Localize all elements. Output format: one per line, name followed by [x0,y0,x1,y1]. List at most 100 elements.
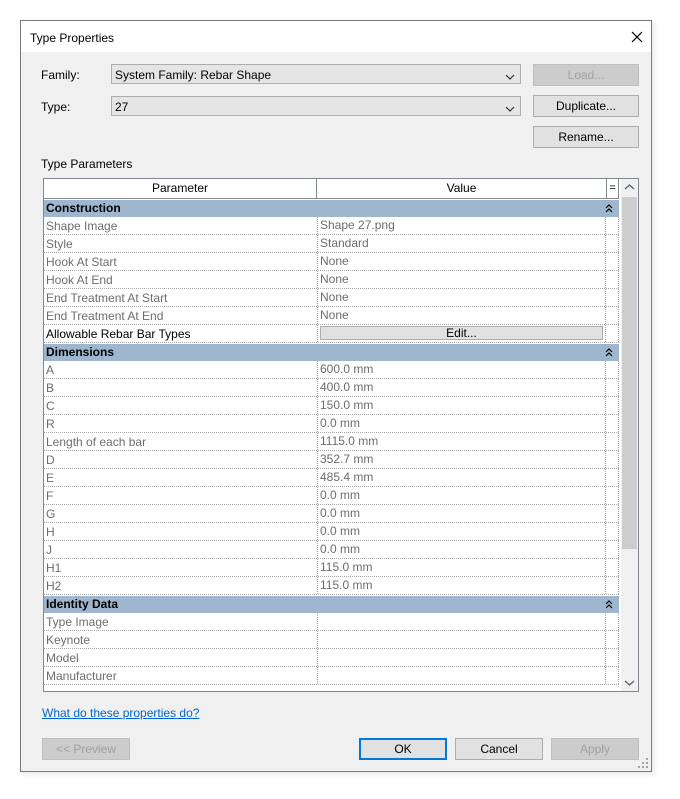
parameter-row[interactable]: End Treatment At End None [44,307,619,325]
formula-cell[interactable] [607,487,619,504]
parameter-value-cell[interactable]: Shape 27.png [317,217,606,234]
formula-cell[interactable] [607,469,619,486]
parameter-value-cell[interactable]: 0.0 mm [317,505,606,522]
parameter-value-cell[interactable]: 1115.0 mm [317,433,606,450]
type-dropdown[interactable]: 27 [111,96,521,116]
formula-cell[interactable] [607,631,619,648]
scroll-down-arrow-icon[interactable] [621,674,638,691]
parameter-row[interactable]: C 150.0 mm [44,397,619,415]
formula-cell[interactable] [607,289,619,306]
parameter-row[interactable]: Hook At End None [44,271,619,289]
parameter-row[interactable]: Allowable Rebar Bar Types Edit... [44,325,619,343]
rename-button[interactable]: Rename... [533,126,639,148]
parameter-row[interactable]: B 400.0 mm [44,379,619,397]
edit-button[interactable]: Edit... [320,326,603,340]
parameter-row[interactable]: Style Standard [44,235,619,253]
formula-cell[interactable] [607,451,619,468]
resize-grip-icon[interactable] [637,757,649,769]
double-chevron-up-icon[interactable] [604,344,614,361]
formula-cell[interactable] [607,235,619,252]
parameter-value-cell[interactable] [317,649,606,666]
parameter-value-cell[interactable] [317,631,606,648]
parameter-row[interactable]: R 0.0 mm [44,415,619,433]
formula-cell[interactable] [607,415,619,432]
duplicate-button[interactable]: Duplicate... [533,95,639,117]
parameter-value-cell[interactable]: 600.0 mm [317,361,606,378]
preview-button[interactable]: << Preview [42,738,130,760]
parameter-row[interactable]: Shape Image Shape 27.png [44,217,619,235]
parameter-value-cell[interactable]: 352.7 mm [317,451,606,468]
parameter-value-cell[interactable] [317,613,606,630]
group-header[interactable]: Construction [44,199,619,217]
cancel-button[interactable]: Cancel [455,738,543,760]
formula-column-header[interactable]: = [607,179,619,199]
parameter-value: 600.0 mm [320,362,374,376]
close-icon[interactable] [627,27,647,47]
group-header[interactable]: Identity Data [44,595,619,613]
parameter-row[interactable]: H2 115.0 mm [44,577,619,595]
parameter-value-cell[interactable]: 115.0 mm [317,577,606,594]
parameter-value-cell[interactable]: 115.0 mm [317,559,606,576]
formula-cell[interactable] [607,271,619,288]
formula-cell[interactable] [607,361,619,378]
formula-cell[interactable] [607,379,619,396]
parameter-value-cell[interactable]: None [317,271,606,288]
scrollbar-thumb[interactable] [622,197,637,549]
formula-cell[interactable] [607,613,619,630]
formula-cell[interactable] [607,253,619,270]
parameter-value-cell[interactable] [317,667,606,684]
formula-cell[interactable] [607,541,619,558]
formula-cell[interactable] [607,577,619,594]
parameter-row[interactable]: G 0.0 mm [44,505,619,523]
load-button[interactable]: Load... [533,64,639,86]
parameter-value-cell[interactable]: None [317,307,606,324]
parameter-row[interactable]: E 485.4 mm [44,469,619,487]
group-header[interactable]: Dimensions [44,343,619,361]
formula-cell[interactable] [607,559,619,576]
parameter-value-cell[interactable]: 0.0 mm [317,523,606,540]
parameter-value-cell[interactable]: 0.0 mm [317,487,606,504]
parameter-value-cell[interactable]: 485.4 mm [317,469,606,486]
parameter-row[interactable]: J 0.0 mm [44,541,619,559]
parameter-row[interactable]: Type Image [44,613,619,631]
parameter-row[interactable]: Hook At Start None [44,253,619,271]
vertical-scrollbar[interactable] [621,179,638,691]
parameter-name: F [46,489,54,503]
formula-cell[interactable] [607,433,619,450]
double-chevron-up-icon[interactable] [604,200,614,217]
parameter-value-cell[interactable]: 400.0 mm [317,379,606,396]
parameter-row[interactable]: Keynote [44,631,619,649]
help-link[interactable]: What do these properties do? [42,706,199,720]
ok-button[interactable]: OK [359,738,447,760]
formula-cell[interactable] [607,307,619,324]
parameter-row[interactable]: F 0.0 mm [44,487,619,505]
formula-cell[interactable] [607,523,619,540]
parameter-value-cell[interactable]: Standard [317,235,606,252]
parameter-row[interactable]: H1 115.0 mm [44,559,619,577]
family-dropdown[interactable]: System Family: Rebar Shape [111,64,521,84]
parameter-value-cell[interactable]: 0.0 mm [317,415,606,432]
parameter-row[interactable]: Manufacturer [44,667,619,685]
formula-cell[interactable] [607,649,619,666]
double-chevron-up-icon[interactable] [604,596,614,613]
formula-cell[interactable] [607,217,619,234]
parameter-row[interactable]: H 0.0 mm [44,523,619,541]
parameter-value-cell[interactable]: 150.0 mm [317,397,606,414]
parameter-row[interactable]: D 352.7 mm [44,451,619,469]
formula-cell[interactable] [607,667,619,684]
parameter-row[interactable]: A 600.0 mm [44,361,619,379]
formula-cell[interactable] [607,505,619,522]
parameter-value-cell[interactable]: None [317,289,606,306]
formula-cell[interactable] [607,325,619,342]
scroll-up-arrow-icon[interactable] [621,179,638,196]
parameter-value-cell[interactable]: 0.0 mm [317,541,606,558]
parameter-row[interactable]: Length of each bar 1115.0 mm [44,433,619,451]
apply-button[interactable]: Apply [551,738,639,760]
parameter-row[interactable]: End Treatment At Start None [44,289,619,307]
value-column-header[interactable]: Value [317,179,607,199]
parameter-value-cell[interactable]: None [317,253,606,270]
parameter-row[interactable]: Model [44,649,619,667]
formula-cell[interactable] [607,397,619,414]
parameter-value-cell[interactable]: Edit... [317,325,606,342]
parameter-column-header[interactable]: Parameter [44,179,317,199]
